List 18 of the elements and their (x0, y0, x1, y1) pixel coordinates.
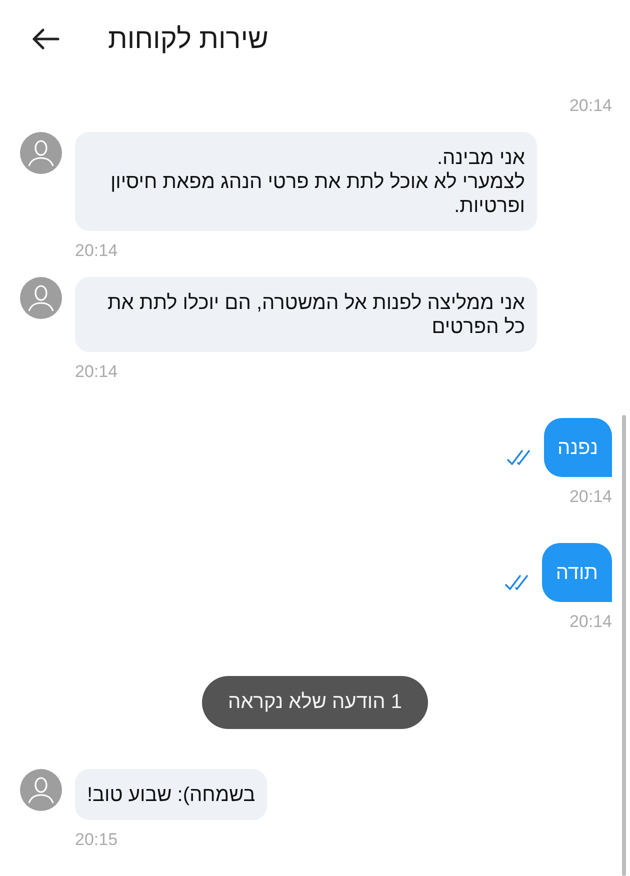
message-time: 20:14 (75, 362, 118, 382)
chat-title: שירות לקוחות (108, 23, 268, 55)
message-bubble: בשמחה): שבוע טוב! (75, 769, 268, 820)
message-bubble: אני מבינה. לצמערי לא אוכל לתת את פרטי הנהג מפאת חיסיון ופרטיות. (75, 132, 537, 231)
unread-messages-button[interactable]: 1 הודעה שלא נקראה (202, 676, 428, 729)
back-arrow-icon (30, 27, 60, 51)
scrollbar[interactable] (622, 415, 626, 876)
message-time: 20:14 (569, 96, 612, 116)
avatar-icon (20, 132, 62, 174)
message-bubble: נפנה (544, 418, 612, 477)
message-bubble: תודה (542, 543, 612, 602)
avatar-icon (20, 769, 62, 811)
avatar-icon (20, 277, 62, 319)
message-time: 20:15 (75, 830, 118, 850)
message-time: 20:14 (75, 241, 118, 261)
message-time: 20:14 (569, 612, 612, 632)
message-bubble: אני ממליצה לפנות אל המשטרה, הם יוכלו לתת את כל הפרטים (75, 277, 537, 352)
message-time: 20:14 (569, 487, 612, 507)
